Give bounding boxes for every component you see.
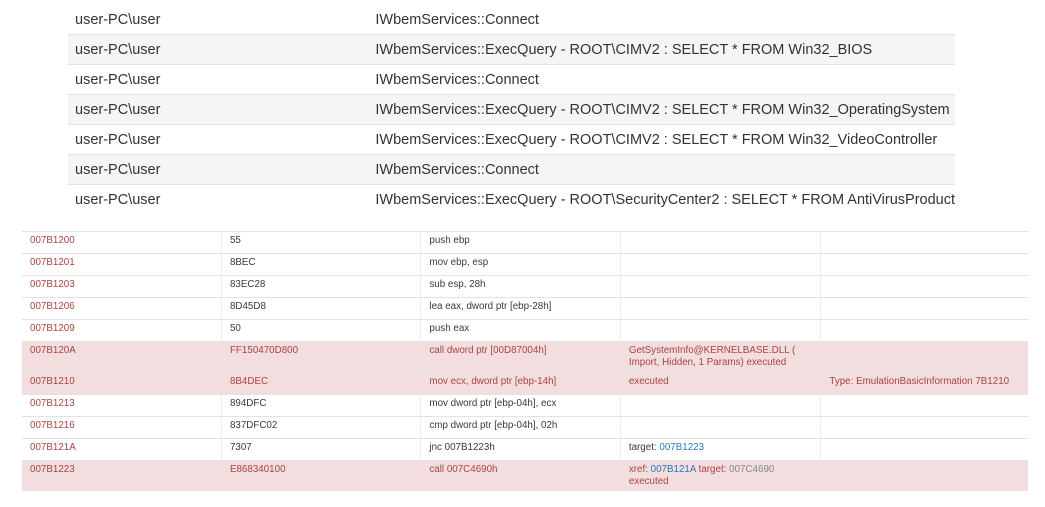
address-cell: 007B121A — [22, 438, 222, 461]
user-cell: user-PC\user — [68, 94, 369, 125]
info-cell — [619, 394, 821, 417]
extra-cell: Type: EmulationBasicInformation 7B1210 — [820, 372, 1028, 395]
bytes-cell: 55 — [220, 231, 421, 254]
instruction-cell: sub esp, 28h — [420, 275, 621, 298]
extra-cell — [820, 394, 1028, 417]
user-cell: user-PC\user — [75, 11, 161, 28]
table-row-highlighted: 007B1223 E868340100 call 007C4690h xref:… — [22, 460, 1028, 491]
extra-cell — [820, 231, 1028, 254]
table-row: user-PC\user IWbemServices::ExecQuery - … — [68, 94, 955, 125]
instruction-cell: push eax — [420, 319, 621, 342]
instruction-cell: push ebp — [420, 231, 621, 254]
bytes-cell: 50 — [220, 319, 421, 342]
target-label: target: — [698, 464, 727, 475]
target-link[interactable]: 007B1223 — [659, 442, 704, 453]
instruction-cell: call dword ptr [00D87004h] — [420, 341, 621, 373]
table-row: user-PC\user IWbemServices::Connect — [68, 154, 955, 185]
address-cell: 007B1216 — [22, 416, 222, 439]
info-cell — [619, 275, 821, 298]
table-row: user-PC\user IWbemServices::Connect — [68, 5, 955, 35]
bytes-cell: 83EC28 — [220, 275, 421, 298]
address-cell: 007B1206 — [22, 297, 222, 320]
info-cell — [619, 416, 821, 439]
wmi-calls-table: user-PC\user IWbemServices::Connect user… — [68, 5, 955, 214]
table-row: 007B1203 83EC28 sub esp, 28h — [22, 275, 1028, 298]
table-row: 007B1201 8BEC mov ebp, esp — [22, 253, 1028, 276]
table-row: 007B1200 55 push ebp — [22, 231, 1028, 254]
xref-link[interactable]: 007B121A — [651, 464, 696, 475]
info-cell: GetSystemInfo@KERNELBASE.DLL ( Import, H… — [619, 341, 821, 373]
extra-cell — [820, 319, 1028, 342]
bytes-cell: E868340100 — [220, 460, 421, 491]
user-cell: user-PC\user — [68, 124, 369, 155]
info-cell: target: 007B1223 — [619, 438, 821, 461]
instruction-cell: cmp dword ptr [ebp-04h], 02h — [420, 416, 621, 439]
address-cell: 007B1201 — [22, 253, 222, 276]
address-cell: 007B1203 — [22, 275, 222, 298]
table-row: user-PC\user IWbemServices::ExecQuery - … — [68, 124, 955, 155]
address-cell: 007B120A — [22, 341, 222, 373]
bytes-cell: 894DFC — [220, 394, 421, 417]
extra-cell — [820, 275, 1028, 298]
disassembly-table: 007B1200 55 push ebp 007B1201 8BEC mov e… — [22, 231, 1028, 491]
wmi-call-cell: IWbemServices::ExecQuery - ROOT\CIMV2 : … — [368, 34, 955, 65]
extra-cell — [820, 460, 1028, 491]
table-row: user-PC\user IWbemServices::ExecQuery - … — [68, 184, 955, 214]
table-row: 007B1216 837DFC02 cmp dword ptr [ebp-04h… — [22, 416, 1028, 439]
address-cell: 007B1210 — [22, 372, 222, 395]
table-row: 007B1206 8D45D8 lea eax, dword ptr [ebp-… — [22, 297, 1028, 320]
wmi-call-cell: IWbemServices::ExecQuery - ROOT\CIMV2 : … — [368, 94, 955, 125]
bytes-cell: 8BEC — [220, 253, 421, 276]
bytes-cell: 8B4DEC — [220, 372, 421, 395]
user-cell: user-PC\user — [68, 34, 369, 65]
table-row: user-PC\user IWbemServices::Connect — [68, 64, 955, 95]
address-cell: 007B1200 — [22, 231, 222, 254]
extra-cell — [820, 438, 1028, 461]
instruction-cell: call 007C4690h — [420, 460, 621, 491]
info-cell: executed — [619, 372, 821, 395]
wmi-call-cell: IWbemServices::Connect — [368, 154, 955, 185]
extra-cell — [820, 253, 1028, 276]
info-cell — [619, 297, 821, 320]
instruction-cell: mov ebp, esp — [420, 253, 621, 276]
bytes-cell: 837DFC02 — [220, 416, 421, 439]
info-cell — [619, 319, 821, 342]
table-row: 007B1213 894DFC mov dword ptr [ebp-04h],… — [22, 394, 1028, 417]
extra-cell — [820, 416, 1028, 439]
target-label: target: — [628, 442, 657, 453]
address-cell: 007B1213 — [22, 394, 222, 417]
address-cell: 007B1223 — [22, 460, 222, 491]
info-cell — [619, 253, 821, 276]
instruction-cell: jnc 007B1223h — [420, 438, 621, 461]
table-row: 007B1209 50 push eax — [22, 319, 1028, 342]
bytes-cell: FF150470D800 — [220, 341, 421, 373]
instruction-cell: mov dword ptr [ebp-04h], ecx — [420, 394, 621, 417]
executed-label: executed — [628, 476, 669, 487]
user-cell: user-PC\user — [68, 64, 369, 95]
extra-cell — [820, 341, 1028, 373]
info-cell: xref: 007B121A target: 007C4690 executed — [619, 460, 821, 491]
info-cell — [619, 231, 821, 254]
address-cell: 007B1209 — [22, 319, 222, 342]
table-row-highlighted: 007B1210 8B4DEC mov ecx, dword ptr [ebp-… — [22, 372, 1028, 395]
wmi-call-cell: IWbemServices::Connect — [375, 11, 539, 28]
xref-label: xref: — [628, 464, 648, 475]
user-cell: user-PC\user — [68, 154, 369, 185]
wmi-call-cell: IWbemServices::ExecQuery - ROOT\CIMV2 : … — [368, 124, 955, 155]
table-row: 007B121A 7307 jnc 007B1223h target: 007B… — [22, 438, 1028, 461]
instruction-cell: lea eax, dword ptr [ebp-28h] — [420, 297, 621, 320]
user-cell: user-PC\user — [68, 184, 369, 214]
wmi-call-cell: IWbemServices::Connect — [368, 64, 955, 95]
table-row: user-PC\user IWbemServices::ExecQuery - … — [68, 34, 955, 65]
bytes-cell: 8D45D8 — [220, 297, 421, 320]
bytes-cell: 7307 — [220, 438, 421, 461]
table-row-highlighted: 007B120A FF150470D800 call dword ptr [00… — [22, 341, 1028, 373]
wmi-call-cell: IWbemServices::ExecQuery - ROOT\Security… — [368, 184, 955, 214]
instruction-cell: mov ecx, dword ptr [ebp-14h] — [420, 372, 621, 395]
target-value: 007C4690 — [729, 464, 775, 475]
extra-cell — [820, 297, 1028, 320]
